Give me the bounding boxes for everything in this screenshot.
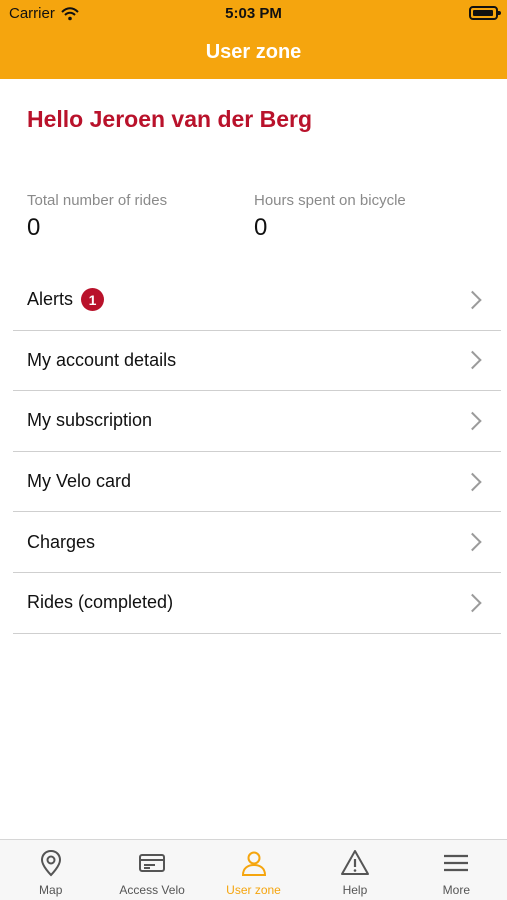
tab-label: Map [39,883,63,897]
tab-label: Access Velo [119,883,185,897]
user-menu: Alerts 1 My account details My subscript… [13,270,501,634]
menu-item-label: Alerts [27,289,74,310]
menu-item-charges[interactable]: Charges [13,512,501,573]
card-icon [139,854,166,872]
tab-bar: Map Access Velo User zone Help More [0,839,507,900]
map-pin-icon [40,849,61,877]
tab-help[interactable]: Help [304,840,405,900]
menu-item-rides-completed[interactable]: Rides (completed) [13,573,501,634]
battery-icon [469,6,501,20]
chevron-right-icon [463,532,482,552]
chevron-right-icon [463,290,482,309]
user-icon [241,851,266,876]
tab-map[interactable]: Map [0,840,101,900]
menu-item-velo-card[interactable]: My Velo card [13,452,501,513]
greeting-text: Hello Jeroen van der Berg [27,106,313,132]
stats-section: Total number of rides 0 Hours spent on b… [0,192,507,252]
tab-label: User zone [226,883,281,897]
chevron-right-icon [463,411,482,431]
stat-value: 0 [27,214,41,241]
chevron-right-icon [463,351,482,370]
tab-access-velo[interactable]: Access Velo [101,840,202,900]
tab-more[interactable]: More [406,840,507,900]
tab-label: More [442,883,470,897]
menu-item-label: Rides (completed) [27,592,174,613]
chevron-right-icon [463,472,482,491]
menu-item-alerts[interactable]: Alerts 1 [13,270,501,331]
tab-user-zone[interactable]: User zone [203,840,304,900]
menu-item-label: My account details [27,349,177,370]
menu-icon [444,854,469,872]
tab-label: Help [342,883,368,897]
alert-count-badge: 1 [81,288,105,312]
menu-item-label: Charges [27,531,96,552]
app-header: Carrier 5:03 PM User zone [0,0,507,79]
chevron-right-icon [463,593,482,612]
status-bar: Carrier 5:03 PM [0,0,507,28]
stat-label: Total number of rides [27,192,168,209]
status-time: 5:03 PM [225,5,282,22]
page-title: User zone [205,41,302,63]
stat-total-rides: Total number of rides 0 [27,192,167,242]
stat-value: 0 [254,214,268,241]
warning-icon [340,850,369,875]
menu-item-label: My Velo card [27,471,132,492]
stat-hours-bicycle: Hours spent on bicycle 0 [254,192,406,242]
menu-item-label: My subscription [27,410,153,431]
menu-item-account-details[interactable]: My account details [13,331,501,392]
menu-item-subscription[interactable]: My subscription [13,391,501,452]
stat-label: Hours spent on bicycle [254,192,406,209]
